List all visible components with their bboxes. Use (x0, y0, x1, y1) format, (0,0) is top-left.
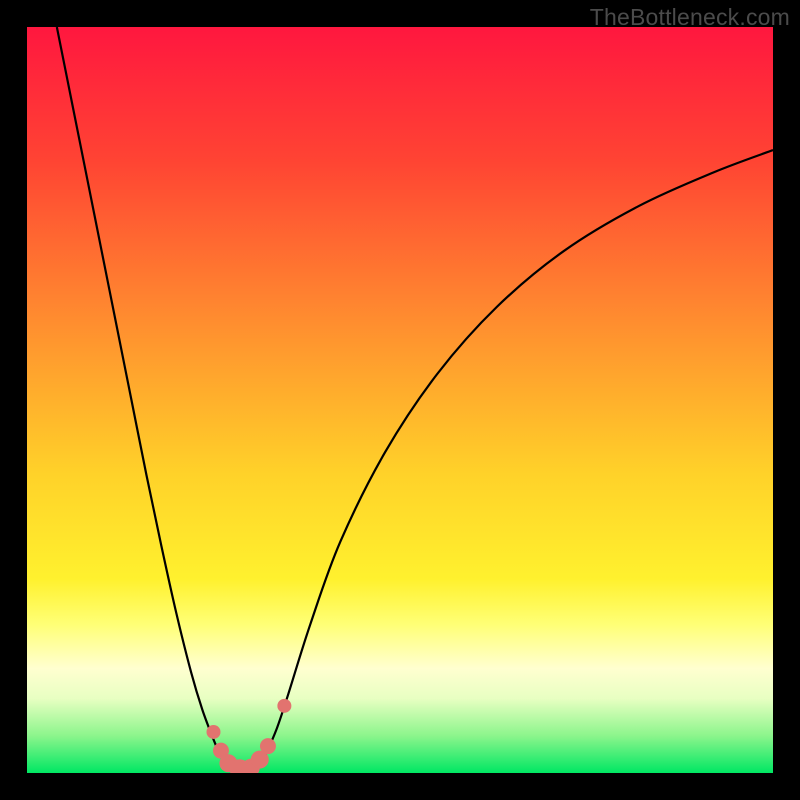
outer-frame: TheBottleneck.com (0, 0, 800, 800)
valley-marker (260, 738, 276, 754)
plot-area (27, 27, 773, 773)
gradient-background (27, 27, 773, 773)
valley-marker (277, 699, 291, 713)
chart-svg (27, 27, 773, 773)
valley-marker (207, 725, 221, 739)
